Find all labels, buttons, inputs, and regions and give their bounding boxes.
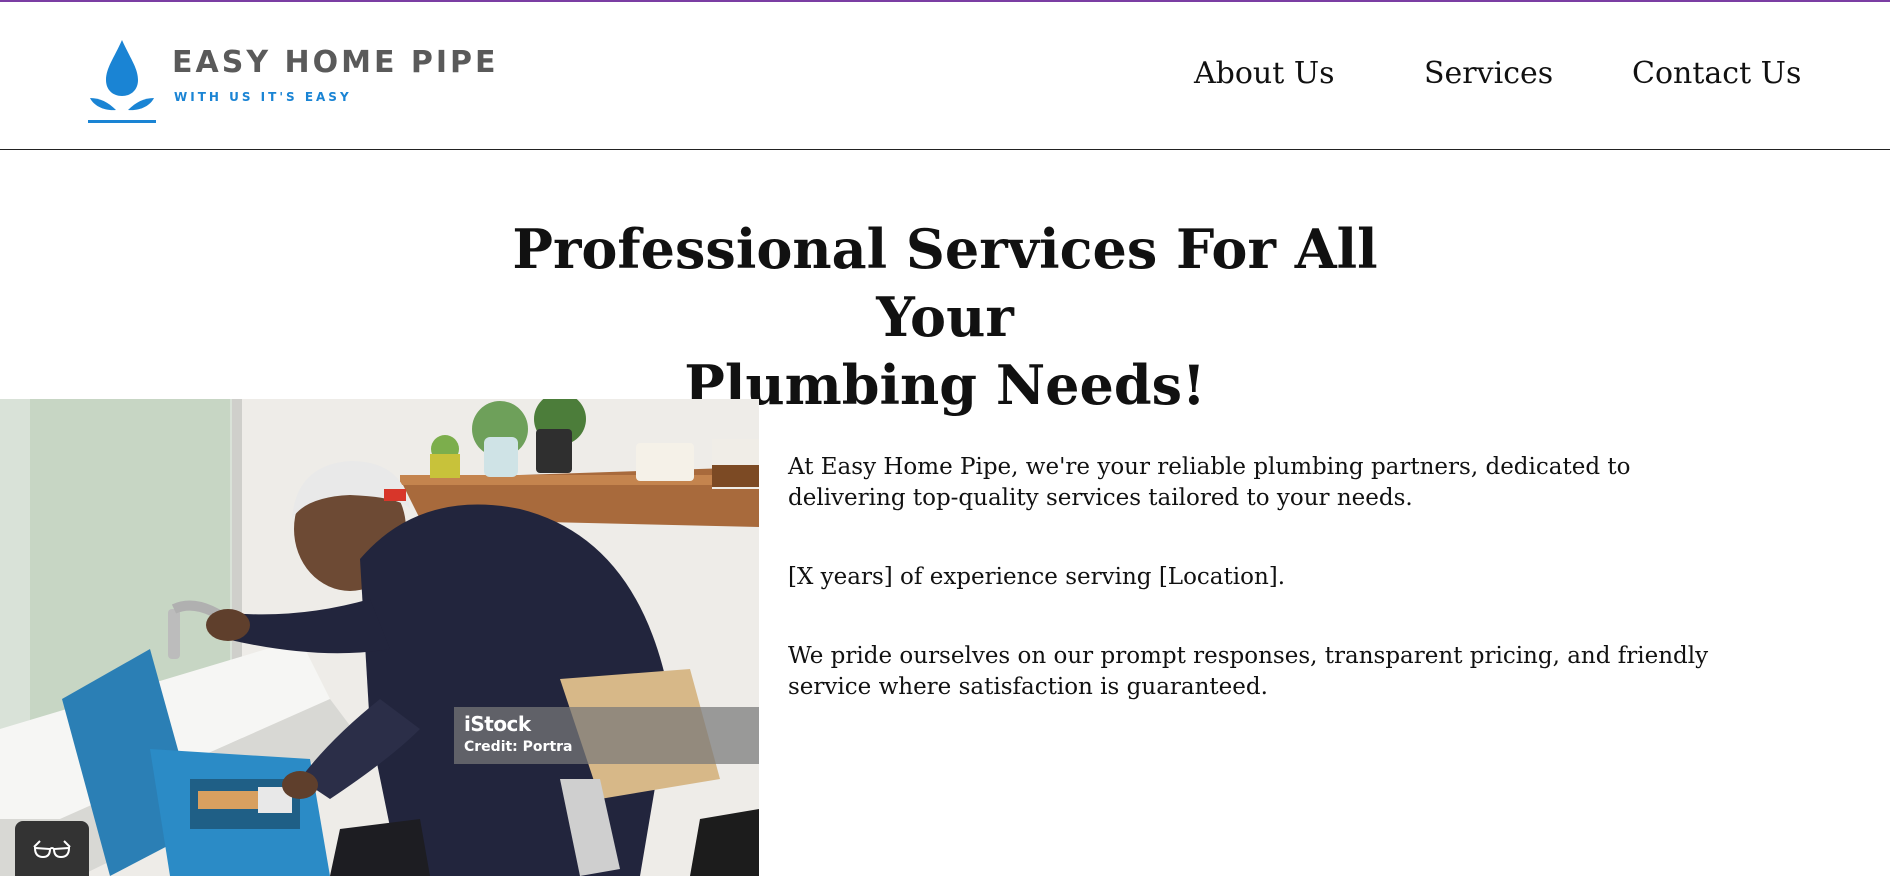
plumber-photo: iStock Credit: Portra [0, 399, 759, 876]
page-title-line-2: Plumbing Needs! [684, 353, 1206, 417]
accessibility-button[interactable] [15, 821, 89, 876]
page-title: Professional Services For All Your Plumb… [445, 215, 1445, 419]
about-paragraph-2: [X years] of experience serving [Locatio… [788, 564, 1286, 590]
water-drop-icon [88, 40, 156, 123]
site-header: EASY HOME PIPE WITH US IT'S EASY About U… [0, 2, 1890, 150]
nav-services[interactable]: Services [1424, 56, 1553, 91]
brand-tagline: WITH US IT'S EASY [174, 90, 352, 104]
nav-contact-us[interactable]: Contact Us [1632, 56, 1801, 91]
plumber-photo-illustration [0, 399, 759, 876]
image-credit: iStock Credit: Portra [454, 707, 759, 764]
credit-brand: iStock [464, 712, 531, 736]
brand-name: EASY HOME PIPE [172, 45, 499, 80]
glasses-icon [33, 839, 71, 858]
page-title-line-1: Professional Services For All Your [512, 217, 1378, 349]
about-content: At Easy Home Pipe, we're your reliable p… [788, 452, 1748, 751]
about-paragraph-1: At Easy Home Pipe, we're your reliable p… [788, 454, 1631, 511]
site-logo[interactable]: EASY HOME PIPE WITH US IT'S EASY [86, 36, 496, 126]
credit-text: Credit: Portra [464, 739, 573, 755]
nav-about-us[interactable]: About Us [1194, 56, 1335, 91]
about-paragraph-3: We pride ourselves on our prompt respons… [788, 643, 1709, 700]
